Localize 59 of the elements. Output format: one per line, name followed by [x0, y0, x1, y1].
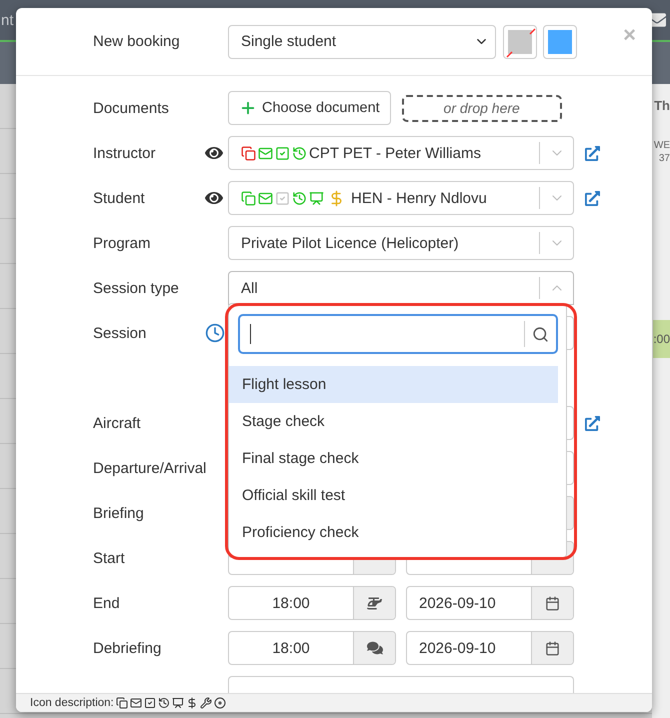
- date-field[interactable]: 2026-09-10: [406, 631, 574, 665]
- drop-zone[interactable]: or drop here: [402, 94, 562, 122]
- eye-icon[interactable]: [205, 144, 223, 162]
- search-field[interactable]: [238, 314, 558, 354]
- wrench-icon: [200, 697, 212, 709]
- envelope-icon: [130, 697, 142, 709]
- dollar-icon: [186, 697, 198, 709]
- color-swatch[interactable]: [543, 24, 577, 58]
- select-field[interactable]: All: [228, 271, 574, 305]
- eye-icon[interactable]: [205, 189, 223, 207]
- person-select[interactable]: CPT PET - Peter Williams: [228, 136, 574, 170]
- color-swatch[interactable]: [503, 24, 537, 58]
- calendar-icon: [545, 640, 560, 656]
- calendar-heading: 37: [658, 152, 670, 165]
- select-field[interactable]: Private Pilot Licence (Helicopter): [228, 226, 574, 260]
- field-label: Instructor: [93, 144, 157, 162]
- select-value: CPT PET - Peter Williams: [309, 144, 481, 162]
- helicopter-icon: [367, 596, 382, 610]
- external-link-icon[interactable]: [585, 146, 600, 160]
- date-field[interactable]: 2026-09-10: [406, 586, 574, 620]
- wheel-icon: [214, 697, 226, 709]
- person-select[interactable]: HEN - Henry Ndlovu: [228, 181, 574, 215]
- field-label: Student: [93, 190, 146, 206]
- chat-icon: [366, 640, 382, 656]
- calendar-heading: Th: [654, 98, 670, 115]
- field-label: Session type: [93, 280, 180, 296]
- calendar-heading: WE: [654, 138, 670, 152]
- field-label: End: [93, 594, 121, 612]
- select-value: HEN - Henry Ndlovu: [351, 190, 487, 206]
- search-icon[interactable]: [532, 326, 549, 342]
- text-cursor: [250, 324, 251, 344]
- time-field[interactable]: 18:00: [228, 631, 396, 665]
- plus-icon: [239, 99, 257, 117]
- choose-document-button[interactable]: Choose document: [228, 91, 391, 125]
- calendar-event[interactable]: :00: [653, 320, 670, 358]
- booking-type-select[interactable]: Single student: [228, 24, 496, 58]
- page-title: nt: [1, 12, 14, 28]
- calendar-icon: [545, 596, 560, 610]
- external-link-icon[interactable]: [585, 416, 600, 430]
- field-label: Aircraft: [93, 414, 142, 432]
- time-field[interactable]: 18:00: [228, 586, 396, 620]
- field-label: Debriefing: [93, 640, 162, 656]
- footer-label: Icon description:: [30, 697, 114, 709]
- field-label: Session: [93, 324, 148, 342]
- documents-icon: [116, 697, 128, 709]
- field-label: Departure/Arrival: [93, 460, 205, 476]
- field-label: Start: [93, 550, 126, 566]
- field-label: New booking: [93, 33, 181, 50]
- select-value: All: [241, 280, 258, 296]
- select-value: Private Pilot Licence (Helicopter): [241, 234, 459, 252]
- field-label: Documents: [93, 100, 170, 116]
- presenter-icon: [172, 697, 184, 709]
- external-link-icon[interactable]: [585, 190, 600, 206]
- checkbox-icon: [144, 697, 156, 709]
- clock-icon[interactable]: [205, 323, 225, 343]
- dropdown-option[interactable]: Flight lesson: [229, 366, 558, 403]
- history-icon: [158, 697, 170, 709]
- field-label: Program: [93, 234, 152, 252]
- field-label: Briefing: [93, 504, 145, 522]
